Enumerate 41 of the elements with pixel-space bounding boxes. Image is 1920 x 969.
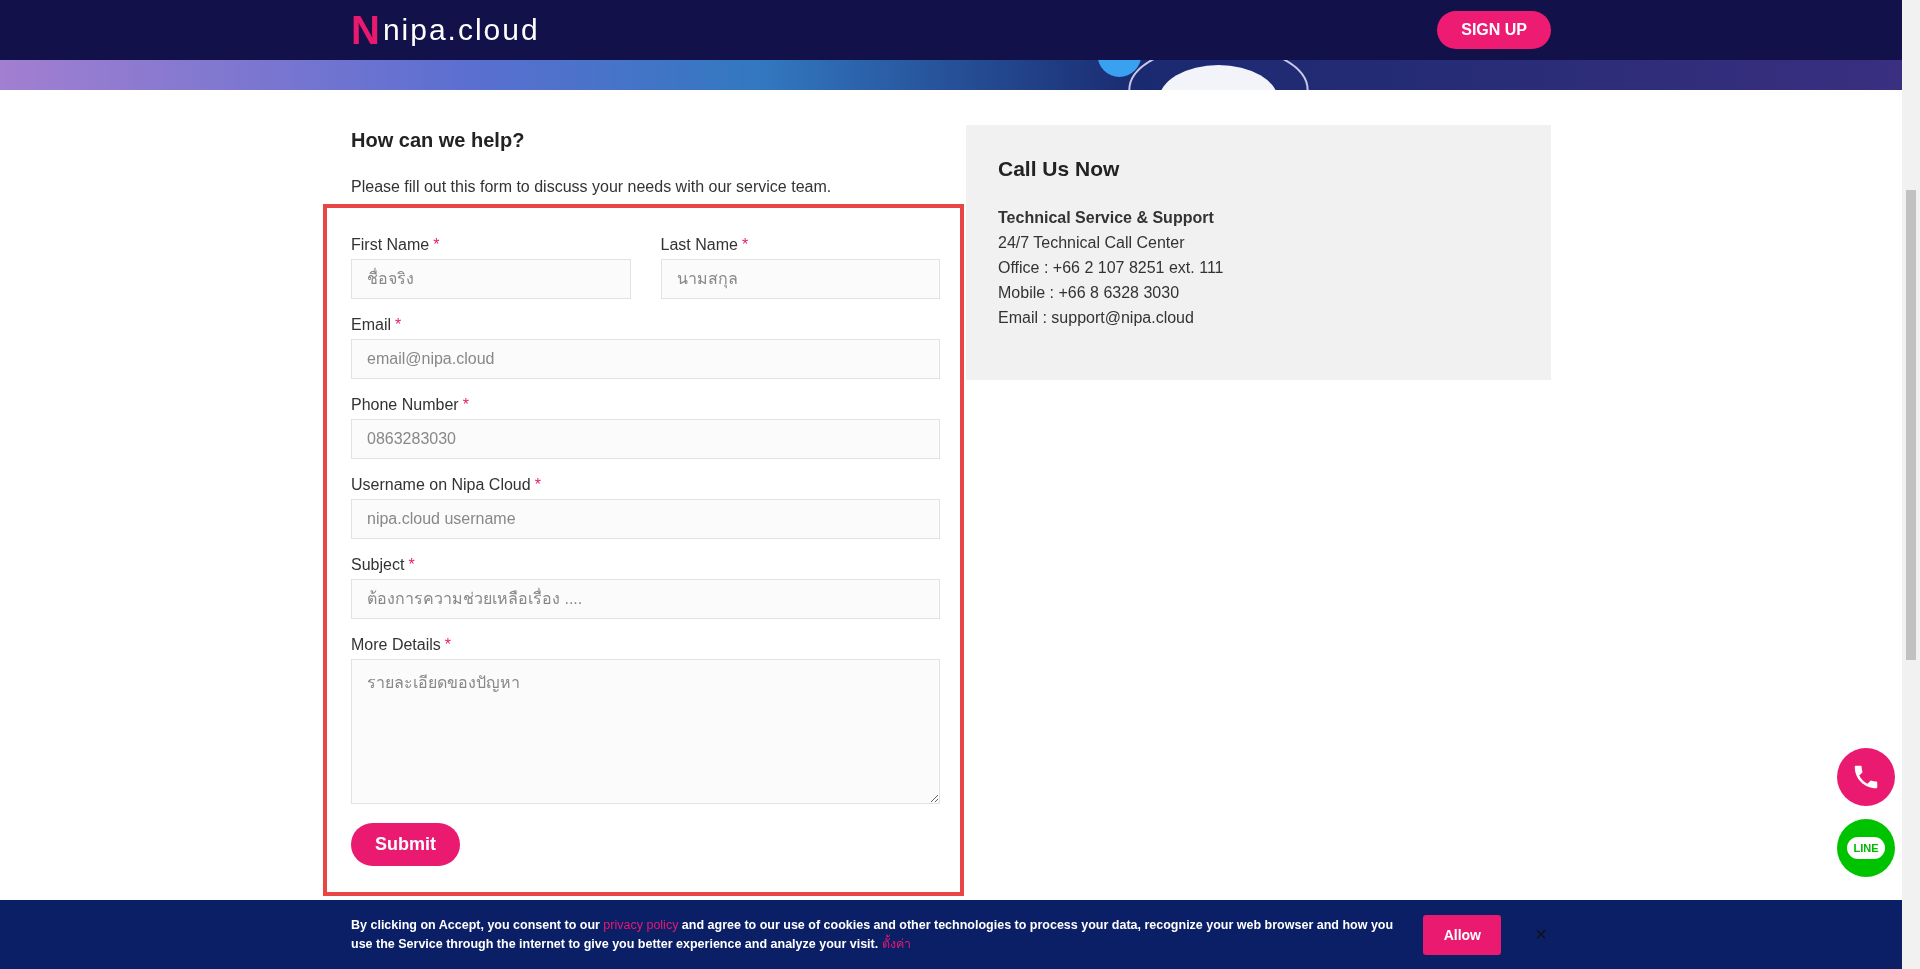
contact-line: 24/7 Technical Call Center bbox=[998, 233, 1186, 253]
form-intro: Please fill out this form to discuss your needs with our service team. bbox=[351, 178, 833, 196]
required-asterisk: * bbox=[741, 236, 749, 253]
input-field[interactable]: ต้องการความช่วยเหลือเรื่อง .... bbox=[351, 579, 940, 619]
input-field[interactable]: email@nipa.cloud bbox=[351, 339, 940, 379]
contact-title: Technical Service & Support bbox=[998, 208, 1215, 228]
sign-up-button[interactable]: SIGN UP bbox=[1437, 11, 1551, 49]
settings-link[interactable]: ตั้งค่า bbox=[881, 936, 911, 951]
field-label: First Name bbox=[351, 236, 430, 253]
privacy-policy-link[interactable]: privacy policy bbox=[603, 917, 679, 932]
input-field[interactable]: nipa.cloud username bbox=[351, 499, 940, 539]
card-heading: Call Us Now bbox=[998, 157, 1121, 181]
required-asterisk: * bbox=[444, 636, 452, 653]
logo-text[interactable]: nipa.cloud bbox=[382, 13, 540, 47]
line-chat-button[interactable]: LINE bbox=[1837, 819, 1895, 877]
input-field[interactable]: ชื่อจริง bbox=[351, 259, 631, 299]
allow-button[interactable]: Allow bbox=[1423, 914, 1502, 955]
required-asterisk: * bbox=[534, 476, 541, 493]
textarea-field[interactable]: รายละเอียดของปัญหา bbox=[351, 659, 940, 804]
input-field[interactable]: นามสกุล bbox=[660, 259, 940, 299]
logo-mark[interactable]: N bbox=[351, 10, 380, 50]
phone-button[interactable] bbox=[1837, 748, 1895, 806]
field-label: Last Name bbox=[660, 236, 738, 253]
required-asterisk: * bbox=[462, 396, 469, 413]
scrollbar-thumb[interactable] bbox=[1906, 190, 1916, 660]
submit-button[interactable]: Submit bbox=[351, 823, 460, 866]
field-label: More Details bbox=[351, 636, 441, 653]
required-asterisk: * bbox=[395, 316, 402, 333]
field-label: Email bbox=[351, 316, 391, 333]
scrollbar[interactable] bbox=[1902, 0, 1920, 969]
field-label: Username on Nipa Cloud bbox=[351, 476, 531, 493]
contact-line: Office : +66 2 107 8251 ext. 111 bbox=[998, 258, 1225, 278]
contact-line: Email : support@nipa.cloud bbox=[998, 308, 1195, 328]
input-field[interactable]: 0863283030 bbox=[351, 419, 940, 459]
field-label: Phone Number bbox=[351, 396, 459, 413]
required-asterisk: * bbox=[433, 236, 440, 253]
contact-line: Mobile : +66 8 6328 3030 bbox=[998, 283, 1181, 303]
field-label: Subject bbox=[351, 556, 405, 573]
required-asterisk: * bbox=[408, 556, 415, 573]
form-heading: How can we help? bbox=[351, 129, 526, 152]
cookie-notice: By clicking on Accept, you consent to our privacy policy and agree to our use of cookies and other technologies to process your data, recognize your web browser and how you use the Service through the internet to give you better experience and analyze your visit. ตั้งค่า bbox=[351, 916, 1394, 953]
